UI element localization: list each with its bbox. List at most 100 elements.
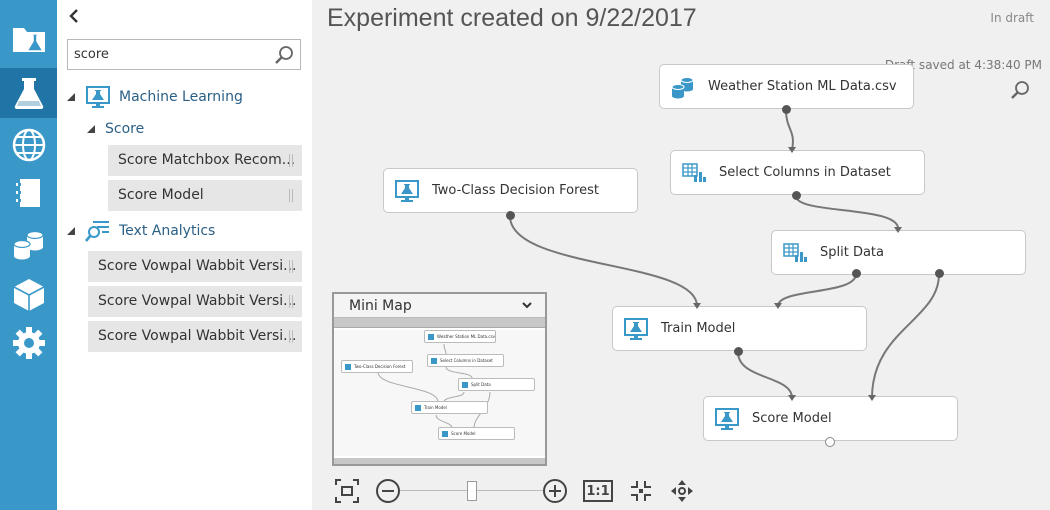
drag-grip-icon[interactable] [289, 189, 293, 202]
rail-notebooks-button[interactable] [0, 168, 57, 218]
text-analytics-icon [85, 221, 109, 242]
experiment-canvas[interactable]: Experiment created on 9/22/2017 In draft… [312, 0, 1050, 510]
node-score-model[interactable]: Score Model [703, 396, 958, 441]
output-port[interactable] [782, 105, 791, 114]
mini-map-scrollbar[interactable] [334, 318, 545, 328]
zoom-out-button[interactable] [374, 478, 402, 504]
flask-icon [14, 78, 43, 110]
monitor-flask-icon [395, 179, 419, 202]
mini-map-node: Score Model [438, 427, 515, 440]
zoom-out-icon [376, 479, 400, 503]
node-split-data[interactable]: Split Data [771, 230, 1026, 275]
input-port[interactable] [774, 303, 782, 309]
mini-map-scrollbar[interactable] [334, 458, 545, 464]
node-label: Weather Station ML Data.csv [708, 79, 897, 94]
search-icon[interactable] [274, 45, 294, 65]
rail-experiments-button[interactable] [0, 14, 57, 64]
subcategory-score[interactable]: Score [87, 118, 144, 140]
monitor-flask-icon [624, 317, 648, 340]
module-palette: Machine Learning Score Score Matchbox Re… [57, 0, 312, 510]
drag-grip-icon[interactable] [289, 330, 293, 343]
drag-grip-icon[interactable] [289, 154, 293, 167]
expanded-triangle-icon [67, 93, 75, 101]
mini-map-node: Select Columns in Dataset [427, 354, 504, 367]
rail-trained-models-button[interactable] [0, 270, 57, 320]
mini-map-node: Train Model [411, 401, 488, 414]
database-icon [12, 230, 44, 260]
zoom-in-icon [543, 479, 567, 503]
module-score-matchbox-recommender[interactable]: Score Matchbox Recom... [108, 145, 302, 176]
module-score-model[interactable]: Score Model [108, 180, 302, 211]
zoom-slider-thumb[interactable] [467, 481, 477, 501]
category-label: Machine Learning [119, 89, 243, 105]
palette-search-input[interactable] [68, 40, 268, 69]
node-label: Two-Class Decision Forest [432, 183, 600, 198]
draft-status: In draft [990, 11, 1034, 25]
module-label: Score Model [118, 187, 204, 203]
input-port[interactable] [788, 395, 796, 401]
folder-flask-icon [12, 28, 45, 52]
palette-search-box [67, 39, 301, 70]
node-select-columns[interactable]: Select Columns in Dataset [670, 150, 925, 195]
rail-flask-button[interactable] [0, 68, 57, 118]
node-weather-station-dataset[interactable]: Weather Station ML Data.csv [659, 64, 914, 109]
collapse-palette-button[interactable] [67, 8, 81, 24]
node-label: Score Model [752, 411, 832, 426]
rail-datasets-button[interactable] [0, 220, 57, 270]
output-port[interactable] [852, 269, 861, 278]
zoom-in-button[interactable] [541, 478, 569, 504]
node-two-class-decision-forest[interactable]: Two-Class Decision Forest [383, 168, 638, 213]
category-label: Text Analytics [119, 223, 216, 239]
pan-button[interactable] [668, 478, 696, 504]
experiment-title[interactable]: Experiment created on 9/22/2017 [327, 4, 697, 33]
dataset-icon [671, 76, 694, 98]
node-train-model[interactable]: Train Model [612, 306, 867, 351]
zoom-to-fit-button[interactable] [627, 478, 655, 504]
cube-icon [13, 279, 44, 311]
rail-settings-button[interactable] [0, 318, 57, 368]
category-text-analytics[interactable]: Text Analytics [67, 220, 215, 242]
monitor-flask-icon [715, 407, 739, 430]
node-label: Train Model [661, 321, 736, 336]
left-nav-rail [0, 0, 57, 510]
zoom-to-fit-icon [631, 481, 651, 501]
input-port[interactable] [894, 227, 902, 233]
module-label: Score Vowpal Wabbit Versi... [98, 293, 297, 309]
module-score-vowpal-wabbit-2[interactable]: Score Vowpal Wabbit Versi... [88, 286, 302, 317]
module-score-vowpal-wabbit-3[interactable]: Score Vowpal Wabbit Versi... [88, 321, 302, 352]
drag-grip-icon[interactable] [289, 295, 293, 308]
node-label: Select Columns in Dataset [719, 165, 891, 180]
mini-map-node: Weather Station ML Data.csv [424, 330, 496, 343]
actual-size-label: 1:1 [586, 483, 610, 499]
chevron-down-icon[interactable] [521, 299, 533, 311]
module-label: Score Matchbox Recom... [118, 152, 296, 168]
input-port[interactable] [693, 303, 701, 309]
node-label: Split Data [820, 245, 884, 260]
mini-map-viewport[interactable]: Weather Station ML Data.csv Select Colum… [334, 330, 545, 456]
globe-icon [12, 128, 45, 162]
fit-screen-icon [335, 479, 359, 503]
input-port[interactable] [788, 147, 796, 153]
rail-web-services-button[interactable] [0, 120, 57, 170]
output-port[interactable] [506, 211, 515, 220]
mini-map-header[interactable]: Mini Map [334, 294, 545, 318]
input-port[interactable] [868, 395, 876, 401]
expanded-triangle-icon [87, 125, 95, 133]
notebook-icon [15, 179, 40, 207]
fit-to-screen-button[interactable] [333, 478, 361, 504]
mini-map-title: Mini Map [349, 297, 412, 314]
mini-map-node: Split Data [458, 378, 535, 391]
search-icon[interactable] [1010, 80, 1030, 100]
output-port[interactable] [734, 347, 743, 356]
category-machine-learning[interactable]: Machine Learning [67, 86, 243, 108]
actual-size-button[interactable]: 1:1 [583, 480, 613, 502]
output-port[interactable] [792, 191, 801, 200]
drag-grip-icon[interactable] [289, 260, 293, 273]
chevron-left-icon [69, 9, 78, 23]
module-score-vowpal-wabbit-1[interactable]: Score Vowpal Wabbit Versi... [88, 251, 302, 282]
monitor-flask-icon [86, 86, 110, 108]
gear-icon [12, 327, 45, 359]
output-port[interactable] [825, 437, 835, 447]
mini-map[interactable]: Mini Map Weather Station ML Data.csv Sel… [332, 292, 547, 466]
output-port[interactable] [935, 269, 944, 278]
